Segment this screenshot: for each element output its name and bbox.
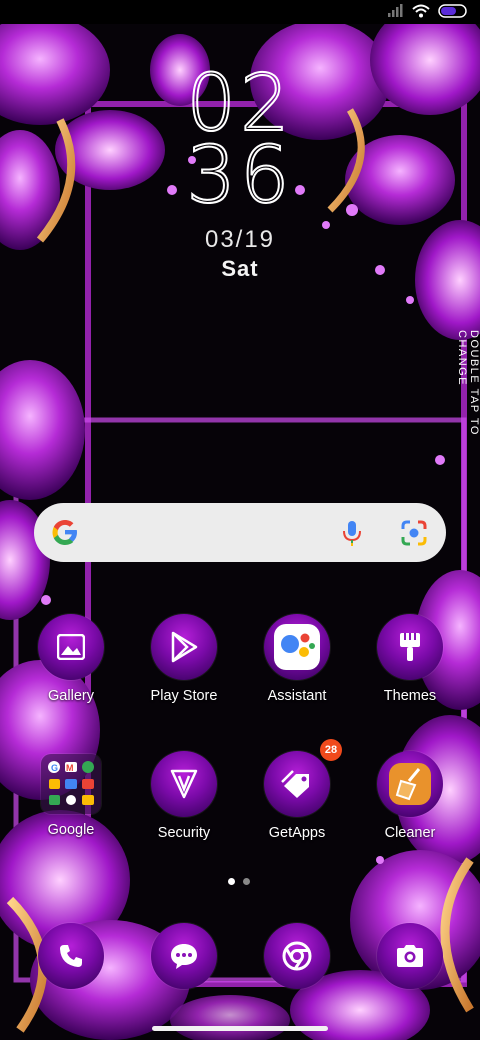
app-label: Google (47, 822, 95, 838)
app-label: GetApps (268, 825, 326, 841)
app-assistant[interactable]: Assistant (242, 614, 352, 704)
app-label: Play Store (150, 688, 218, 704)
folder-apps-icon: G M (48, 761, 94, 805)
tag-icon (281, 770, 309, 798)
phone-icon (60, 945, 82, 967)
broom-icon (389, 763, 431, 805)
dock-phone[interactable] (38, 923, 104, 989)
play-store-icon (171, 631, 198, 663)
svg-text:M: M (66, 763, 74, 773)
messages-app-icon[interactable] (151, 923, 217, 989)
app-getapps[interactable]: 28 GetApps (242, 739, 352, 841)
app-label: Assistant (267, 688, 327, 704)
app-gallery[interactable]: Gallery (16, 614, 126, 704)
gallery-app-icon[interactable] (38, 614, 104, 680)
security-app-icon[interactable] (151, 751, 217, 817)
dock-messages[interactable] (151, 923, 217, 989)
phone-app-icon[interactable] (38, 923, 104, 989)
app-security[interactable]: Security (129, 751, 239, 841)
assistant-icon (274, 624, 320, 670)
google-folder-icon[interactable]: G M (41, 754, 101, 814)
chrome-app-icon[interactable] (264, 923, 330, 989)
app-cleaner[interactable]: Cleaner (355, 751, 465, 841)
status-icons (388, 4, 468, 18)
page-indicator[interactable] (228, 878, 250, 885)
gallery-icon (57, 634, 85, 660)
google-lens-icon[interactable] (400, 519, 428, 547)
chrome-icon (282, 941, 312, 971)
themes-app-icon[interactable] (377, 614, 443, 680)
clock-hour: 02 (185, 59, 294, 149)
voice-search-icon[interactable] (340, 519, 364, 547)
google-logo-icon (52, 520, 77, 545)
home-gesture-bar[interactable] (152, 1026, 328, 1031)
camera-icon (397, 945, 423, 967)
wallpaper-change-hint[interactable]: DOUBLE TAP TO CHANGE (456, 330, 480, 490)
app-label: Cleaner (384, 825, 436, 841)
dock-camera[interactable] (377, 923, 443, 989)
svg-text:G: G (51, 763, 58, 773)
date-block: 03/19 Sat (0, 226, 480, 282)
clock-widget[interactable]: 02 36 (0, 59, 480, 221)
getapps-app-icon[interactable]: 28 (264, 739, 342, 817)
clock-day: Sat (221, 256, 259, 281)
page-dot (243, 878, 250, 885)
app-google-folder[interactable]: G M Google (16, 751, 126, 838)
cleaner-app-icon[interactable] (377, 751, 443, 817)
messages-icon (171, 944, 197, 969)
clock-minute: 36 (185, 131, 294, 221)
google-search-bar[interactable] (34, 503, 446, 562)
wifi-icon (412, 4, 430, 18)
app-label: Security (157, 825, 211, 841)
app-themes[interactable]: Themes (355, 614, 465, 704)
battery-icon (438, 4, 467, 18)
camera-app-icon[interactable] (377, 923, 443, 989)
app-play-store[interactable]: Play Store (129, 614, 239, 704)
status-bar (0, 0, 480, 24)
clock-date: 03/19 (204, 226, 276, 253)
dock-chrome[interactable] (264, 923, 330, 989)
app-label: Themes (383, 688, 437, 704)
paintbrush-icon (400, 633, 420, 661)
play-store-app-icon[interactable] (151, 614, 217, 680)
app-label: Gallery (48, 688, 94, 704)
notification-badge: 28 (320, 739, 342, 761)
page-dot-active (228, 878, 235, 885)
security-icon (170, 769, 198, 799)
assistant-app-icon[interactable] (264, 614, 330, 680)
signal-icon (388, 4, 403, 17)
